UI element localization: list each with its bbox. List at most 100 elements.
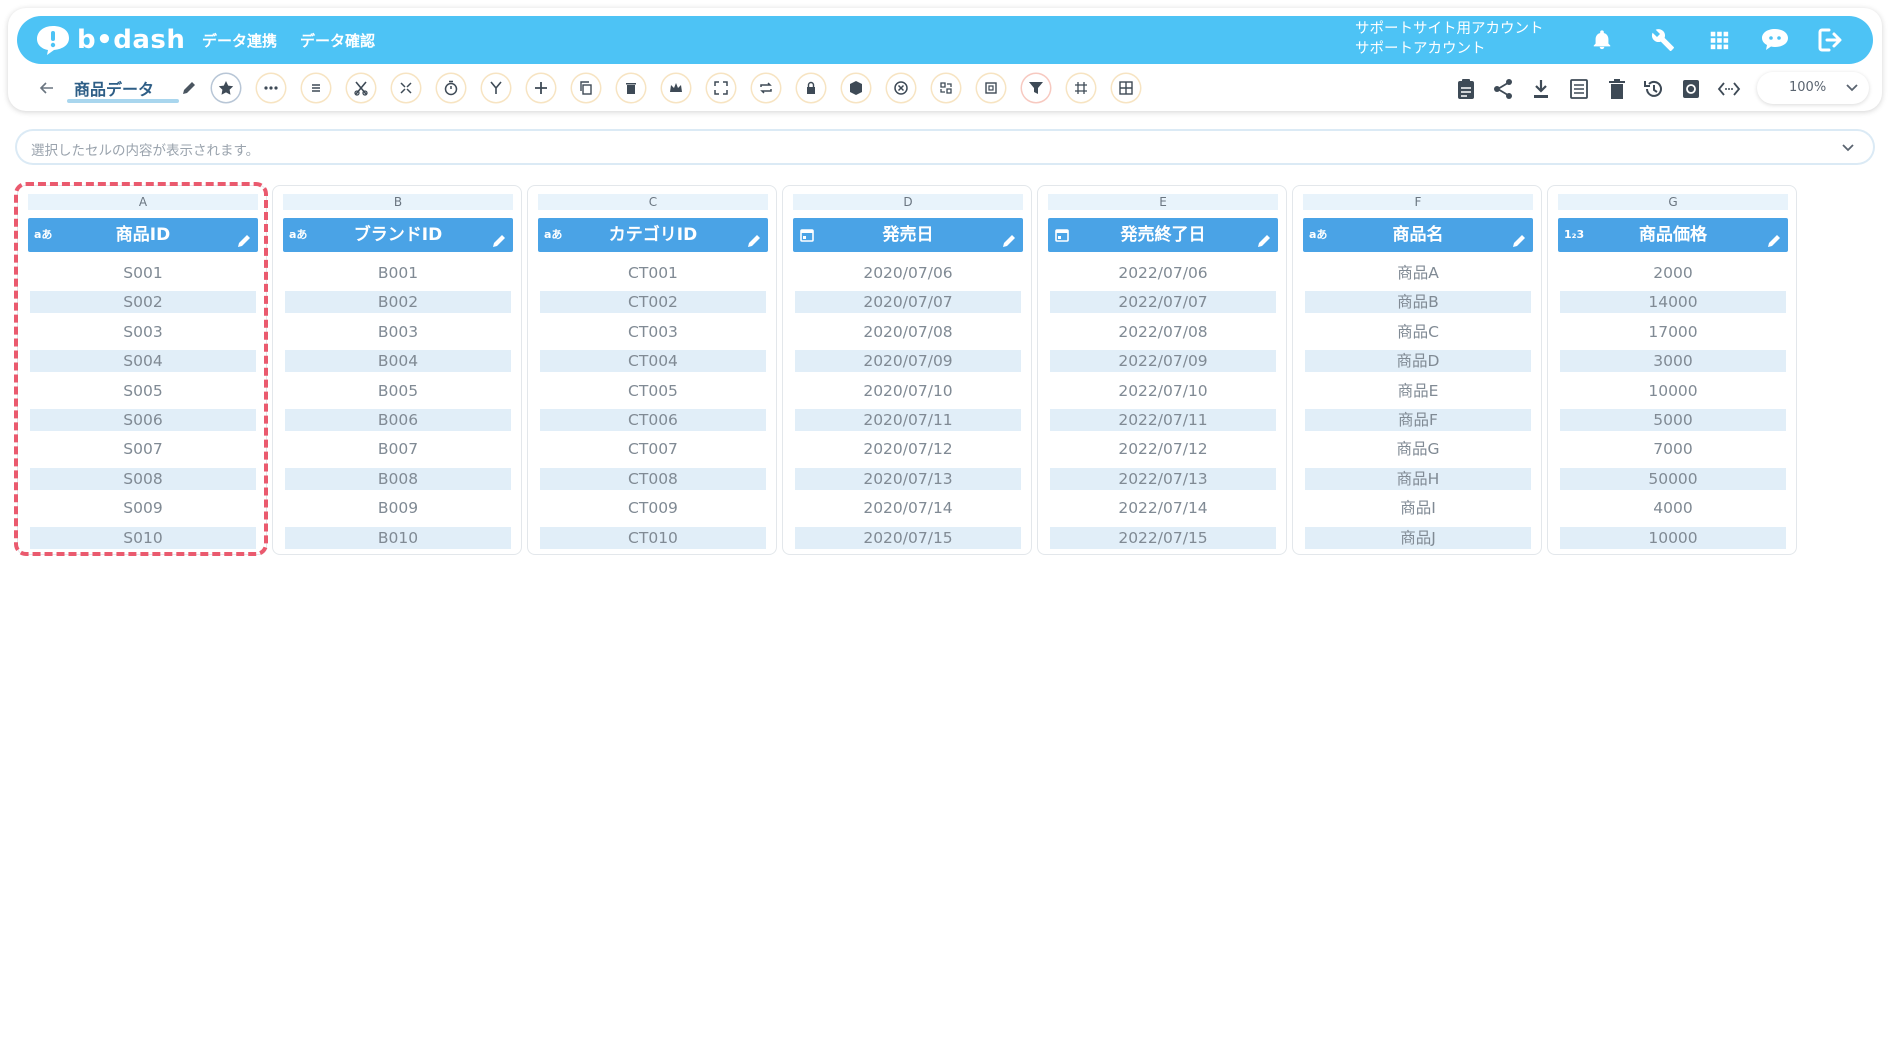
table-cell[interactable]: B002 <box>285 291 511 314</box>
zoom-select[interactable]: 100% <box>1757 72 1869 104</box>
star-icon[interactable] <box>212 74 240 102</box>
scissors-icon[interactable] <box>347 74 375 102</box>
table-cell[interactable]: 2022/07/09 <box>1050 350 1276 373</box>
code-icon[interactable] <box>1717 77 1741 101</box>
table-cell[interactable]: CT005 <box>540 380 766 402</box>
copy-icon[interactable] <box>572 74 600 102</box>
pattern-icon[interactable] <box>1067 74 1095 102</box>
table-cell[interactable]: 2020/07/10 <box>795 380 1021 402</box>
nav-data-integration[interactable]: データ連携 <box>202 30 277 51</box>
table-cell[interactable]: 50000 <box>1560 467 1786 490</box>
table-cell[interactable]: 商品F <box>1305 409 1531 431</box>
table-cell[interactable]: B003 <box>285 321 511 343</box>
table-cell[interactable]: 商品C <box>1305 321 1531 343</box>
account-info[interactable]: サポートサイト用アカウント サポートアカウント <box>1355 19 1544 59</box>
back-arrow-icon[interactable] <box>37 78 57 98</box>
table-cell[interactable]: 3000 <box>1560 350 1786 373</box>
table-cell[interactable]: S005 <box>30 380 256 402</box>
column-letter[interactable]: C <box>538 194 768 210</box>
table-cell[interactable]: CT009 <box>540 497 766 519</box>
table-cell[interactable]: 商品A <box>1305 262 1531 284</box>
column-header[interactable]: 発売終了日 <box>1048 218 1278 252</box>
column-e[interactable]: E 発売終了日 2022/07/06 2022/07/07 2022/07/08 2022… <box>1037 185 1287 555</box>
more-icon[interactable] <box>257 74 285 102</box>
pencil-icon[interactable] <box>1511 227 1527 247</box>
column-header[interactable]: aあ カテゴリID <box>538 218 768 252</box>
table-cell[interactable]: 10000 <box>1560 380 1786 402</box>
column-header[interactable]: 発売日 <box>793 218 1023 252</box>
pencil-icon[interactable] <box>746 227 762 247</box>
table-cell[interactable]: 商品D <box>1305 350 1531 373</box>
table-cell[interactable]: B006 <box>285 409 511 431</box>
table-cell[interactable]: 2020/07/15 <box>795 526 1021 549</box>
table-cell[interactable]: 2020/07/13 <box>795 467 1021 490</box>
table-cell[interactable]: 商品H <box>1305 467 1531 490</box>
pencil-icon[interactable] <box>236 227 252 247</box>
timer-icon[interactable] <box>437 74 465 102</box>
column-letter[interactable]: D <box>793 194 1023 210</box>
grid-icon[interactable] <box>1703 24 1735 56</box>
trash-icon[interactable] <box>617 74 645 102</box>
table-cell[interactable]: 2020/07/12 <box>795 438 1021 460</box>
table-cell[interactable]: 2020/07/07 <box>795 291 1021 314</box>
table-cell[interactable]: 17000 <box>1560 321 1786 343</box>
table-cell[interactable]: CT008 <box>540 467 766 490</box>
table-cell[interactable]: B004 <box>285 350 511 373</box>
logo[interactable]: b•dash <box>35 22 185 58</box>
table-cell[interactable]: S004 <box>30 350 256 373</box>
pencil-icon[interactable] <box>1766 227 1782 247</box>
table-cell[interactable]: 商品B <box>1305 291 1531 314</box>
table-cell[interactable]: 2020/07/06 <box>795 262 1021 284</box>
table-cell[interactable]: 2020/07/09 <box>795 350 1021 373</box>
wrench-icon[interactable] <box>1647 24 1679 56</box>
column-b[interactable]: Baあ ブランドID B001 B002 B003 B004 B005 B006 B007 B00… <box>272 185 522 555</box>
table-cell[interactable]: 商品E <box>1305 380 1531 402</box>
column-letter[interactable]: F <box>1303 194 1533 210</box>
table-cell[interactable]: B009 <box>285 497 511 519</box>
table-cell[interactable]: 2022/07/07 <box>1050 291 1276 314</box>
split-icon[interactable] <box>392 74 420 102</box>
table-cell[interactable]: 2022/07/06 <box>1050 262 1276 284</box>
table-cell[interactable]: 商品G <box>1305 438 1531 460</box>
sheet-icon[interactable] <box>1567 77 1591 101</box>
delete-icon[interactable] <box>1605 77 1629 101</box>
column-letter[interactable]: B <box>283 194 513 210</box>
list-icon[interactable] <box>302 74 330 102</box>
page-title[interactable]: 商品データ <box>74 76 154 100</box>
table-cell[interactable]: 4000 <box>1560 497 1786 519</box>
table-cell[interactable]: 2000 <box>1560 262 1786 284</box>
table-cell[interactable]: 2020/07/14 <box>795 497 1021 519</box>
table-cell[interactable]: 2022/07/15 <box>1050 526 1276 549</box>
table-cell[interactable]: CT002 <box>540 291 766 314</box>
nav-data-check[interactable]: データ確認 <box>300 30 375 51</box>
table-cell[interactable]: S002 <box>30 291 256 314</box>
table-cell[interactable]: 2022/07/13 <box>1050 467 1276 490</box>
column-d[interactable]: D 発売日 2020/07/06 2020/07/07 2020/07/08 2020/0… <box>782 185 1032 555</box>
table-cell[interactable]: 商品I <box>1305 497 1531 519</box>
table-cell[interactable]: S008 <box>30 467 256 490</box>
column-header[interactable]: aあ 商品名 <box>1303 218 1533 252</box>
table-cell[interactable]: CT007 <box>540 438 766 460</box>
frame-icon[interactable] <box>977 74 1005 102</box>
table-cell[interactable]: 2020/07/08 <box>795 321 1021 343</box>
column-letter[interactable]: G <box>1558 194 1788 210</box>
chevron-down-icon[interactable] <box>1841 140 1855 159</box>
share-icon[interactable] <box>1491 77 1515 101</box>
lock-icon[interactable] <box>797 74 825 102</box>
pencil-icon[interactable] <box>491 227 507 247</box>
box-icon[interactable] <box>842 74 870 102</box>
table-cell[interactable]: 2020/07/11 <box>795 409 1021 431</box>
pencil-icon[interactable] <box>1256 227 1272 247</box>
bell-icon[interactable] <box>1586 24 1618 56</box>
cell-content-bar[interactable]: 選択したセルの内容が表示されます。 <box>17 131 1873 163</box>
table-cell[interactable]: 10000 <box>1560 526 1786 549</box>
table-cell[interactable]: CT004 <box>540 350 766 373</box>
column-header[interactable]: aあ ブランドID <box>283 218 513 252</box>
column-header[interactable]: 1₂3 商品価格 <box>1558 218 1788 252</box>
download-icon[interactable] <box>1529 77 1553 101</box>
table-cell[interactable]: CT010 <box>540 526 766 549</box>
table-cell[interactable]: 14000 <box>1560 291 1786 314</box>
table-cell[interactable]: B008 <box>285 467 511 490</box>
table-cell[interactable]: S010 <box>30 526 256 549</box>
table-cell[interactable]: 2022/07/10 <box>1050 380 1276 402</box>
